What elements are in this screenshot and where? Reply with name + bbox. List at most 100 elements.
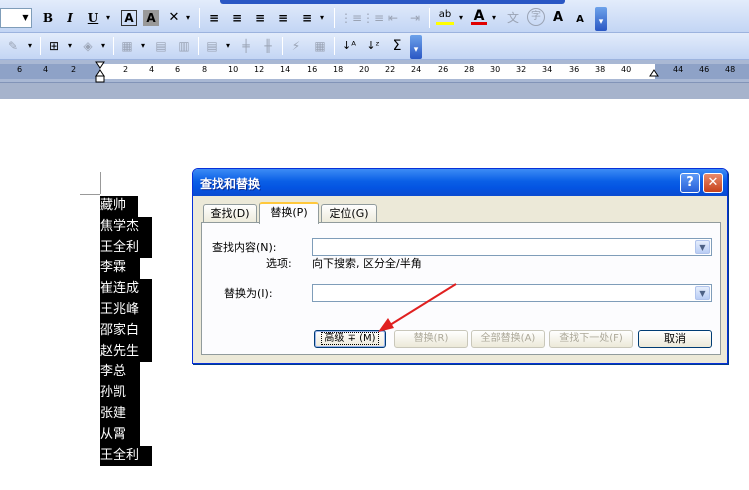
enclose-characters-button[interactable]: 字 bbox=[527, 8, 545, 26]
list-item[interactable]: 王兆峰 bbox=[100, 299, 152, 321]
numbering-button[interactable]: ⋮≡ bbox=[340, 8, 362, 28]
list-item[interactable]: 李总 bbox=[100, 362, 140, 384]
chevron-down-icon[interactable]: ▾ bbox=[318, 8, 326, 28]
find-what-input[interactable]: ▼ bbox=[312, 238, 712, 256]
ruler-tick-label: 28 bbox=[464, 65, 475, 74]
chevron-down-icon[interactable]: ▾ bbox=[490, 8, 498, 28]
chevron-down-icon[interactable]: ▾ bbox=[184, 8, 192, 28]
chevron-down-icon[interactable]: ▾ bbox=[99, 36, 107, 56]
tab-find[interactable]: 查找(D) bbox=[203, 204, 257, 224]
chevron-down-icon[interactable]: ▾ bbox=[457, 8, 465, 28]
tab-replace[interactable]: 替换(P) bbox=[259, 202, 319, 224]
cancel-button[interactable]: 取消 bbox=[638, 330, 712, 348]
toolbar-edge bbox=[220, 0, 565, 4]
table-autoformat-icon[interactable]: ⚡ bbox=[288, 36, 304, 56]
list-item[interactable]: 崔连成 bbox=[100, 279, 152, 300]
indent-marker-icon[interactable] bbox=[95, 61, 105, 83]
italic-button[interactable]: I bbox=[62, 8, 78, 28]
list-item[interactable]: 张建 bbox=[100, 403, 140, 425]
autosum-button[interactable]: Σ bbox=[388, 36, 406, 56]
center-button[interactable]: ≡ bbox=[229, 8, 245, 28]
font-size-box[interactable]: ▼ bbox=[0, 8, 32, 28]
separator bbox=[429, 8, 430, 28]
separator bbox=[113, 37, 114, 55]
right-indent-marker-icon[interactable] bbox=[649, 69, 659, 77]
help-button[interactable]: ? bbox=[680, 173, 700, 193]
list-item[interactable]: 李霖 bbox=[100, 258, 140, 280]
separator bbox=[282, 37, 283, 55]
justify-button[interactable]: ≡ bbox=[275, 8, 291, 28]
sort-descending-icon[interactable]: ↓ᶻ bbox=[364, 36, 382, 56]
align-left-button[interactable]: ≡ bbox=[206, 8, 222, 28]
ruler-tick-label: 2 bbox=[71, 65, 77, 74]
chevron-down-icon[interactable]: ▼ bbox=[20, 9, 31, 27]
chevron-down-icon[interactable]: ▾ bbox=[66, 36, 74, 56]
cell-align-icon[interactable]: ▤ bbox=[204, 36, 220, 56]
separator bbox=[199, 8, 200, 28]
replace-all-button[interactable]: 全部替换(A) bbox=[471, 330, 545, 348]
replace-with-input[interactable]: ▼ bbox=[312, 284, 712, 302]
draw-table-icon[interactable]: ✎ bbox=[4, 36, 22, 56]
list-item[interactable]: 焦学杰 bbox=[100, 216, 152, 238]
chevron-down-icon[interactable]: ▾ bbox=[224, 36, 232, 56]
toolbar-options-icon[interactable]: ▾ bbox=[595, 7, 607, 31]
find-next-button[interactable]: 查找下一处(F) bbox=[549, 330, 633, 348]
list-item[interactable]: 王全利 bbox=[100, 445, 152, 467]
scale-icon[interactable]: ✕ bbox=[166, 8, 182, 28]
separator bbox=[40, 37, 41, 55]
phonetic-guide-button[interactable]: 文 bbox=[504, 8, 522, 28]
chevron-down-icon[interactable]: ▾ bbox=[26, 36, 34, 56]
list-item[interactable]: 赵先生 bbox=[100, 341, 152, 363]
decrease-indent-button[interactable]: ⇤ bbox=[384, 8, 402, 28]
char-border-button[interactable]: A bbox=[121, 10, 137, 26]
separator bbox=[198, 37, 199, 55]
increase-indent-button[interactable]: ⇥ bbox=[406, 8, 424, 28]
bold-button[interactable]: B bbox=[40, 8, 56, 28]
chevron-down-icon[interactable]: ▼ bbox=[695, 240, 710, 254]
char-shading-button[interactable]: A bbox=[143, 10, 159, 26]
dialog-titlebar[interactable]: 查找和替换 bbox=[193, 169, 727, 196]
list-item[interactable]: 邵家白 bbox=[100, 320, 152, 342]
highlight-button[interactable]: ab bbox=[436, 8, 454, 25]
replace-button[interactable]: 替换(R) bbox=[394, 330, 468, 348]
advanced-button[interactable]: 高级 ∓ (M) bbox=[314, 330, 386, 348]
bullets-button[interactable]: ⋮≡ bbox=[362, 8, 384, 28]
sort-ascending-icon[interactable]: ↓ᴬ bbox=[340, 36, 358, 56]
ruler-tick-label: 36 bbox=[569, 65, 580, 74]
selected-name-list[interactable]: 藏帅 焦学杰 王全利 李霖 崔连成 王兆峰 邵家白 赵先生 李总 孙凯 张建 从… bbox=[100, 196, 152, 467]
split-cells-icon[interactable]: ▥ bbox=[176, 36, 192, 56]
list-item[interactable]: 从霄 bbox=[100, 424, 140, 446]
merge-cells-icon[interactable]: ▤ bbox=[153, 36, 169, 56]
align-right-button[interactable]: ≡ bbox=[252, 8, 268, 28]
ruler-tick-label: 22 bbox=[385, 65, 396, 74]
ruler-tick-label: 2 bbox=[123, 65, 129, 74]
shading-color-icon[interactable]: ◈ bbox=[80, 36, 96, 56]
shrink-font-button[interactable]: A bbox=[573, 10, 587, 30]
tab-goto[interactable]: 定位(G) bbox=[321, 204, 377, 224]
border-icon[interactable]: ⊞ bbox=[46, 36, 62, 56]
close-button[interactable]: ✕ bbox=[703, 173, 723, 193]
distribute-rows-icon[interactable]: ╪ bbox=[238, 36, 254, 56]
horizontal-ruler[interactable]: 6 4 2 2 4 6 8 10 12 14 16 18 20 22 24 26 28 30 32 34 36 38 40 4… bbox=[0, 60, 749, 83]
formatting-toolbar: ▼ B I U ▾ A A ✕ ▾ ≡ ≡ ≡ ≡ ≡ ▾ ⋮≡ ⋮≡ ⇤ ⇥ … bbox=[0, 0, 749, 33]
list-item[interactable]: 王全利 bbox=[100, 237, 152, 259]
ruler-tick-label: 4 bbox=[149, 65, 155, 74]
list-item[interactable]: 孙凯 bbox=[100, 383, 140, 404]
ruler-tick-label: 24 bbox=[411, 65, 422, 74]
underline-dropdown-icon[interactable]: ▾ bbox=[104, 8, 112, 28]
toolbar-options-icon[interactable]: ▾ bbox=[410, 35, 422, 59]
line-spacing-button[interactable]: ≡ bbox=[298, 8, 316, 28]
distribute-columns-icon[interactable]: ╫ bbox=[260, 36, 276, 56]
underline-button[interactable]: U bbox=[85, 8, 101, 28]
font-color-button[interactable]: A bbox=[471, 6, 487, 25]
ruler-paper bbox=[0, 64, 749, 79]
insert-table-icon[interactable]: ▦ bbox=[119, 36, 135, 56]
separator bbox=[334, 8, 335, 28]
text-direction-icon[interactable]: ▦ bbox=[312, 36, 328, 56]
list-item[interactable]: 藏帅 bbox=[100, 196, 138, 217]
chevron-down-icon[interactable]: ▾ bbox=[139, 36, 147, 56]
find-replace-dialog: 查找和替换 ? ✕ 查找(D) 替换(P) 定位(G) 查找内容(N): ▼ 选… bbox=[192, 168, 728, 364]
page-corner-mark bbox=[80, 194, 100, 195]
grow-font-button[interactable]: A bbox=[550, 8, 566, 28]
chevron-down-icon[interactable]: ▼ bbox=[695, 286, 710, 300]
